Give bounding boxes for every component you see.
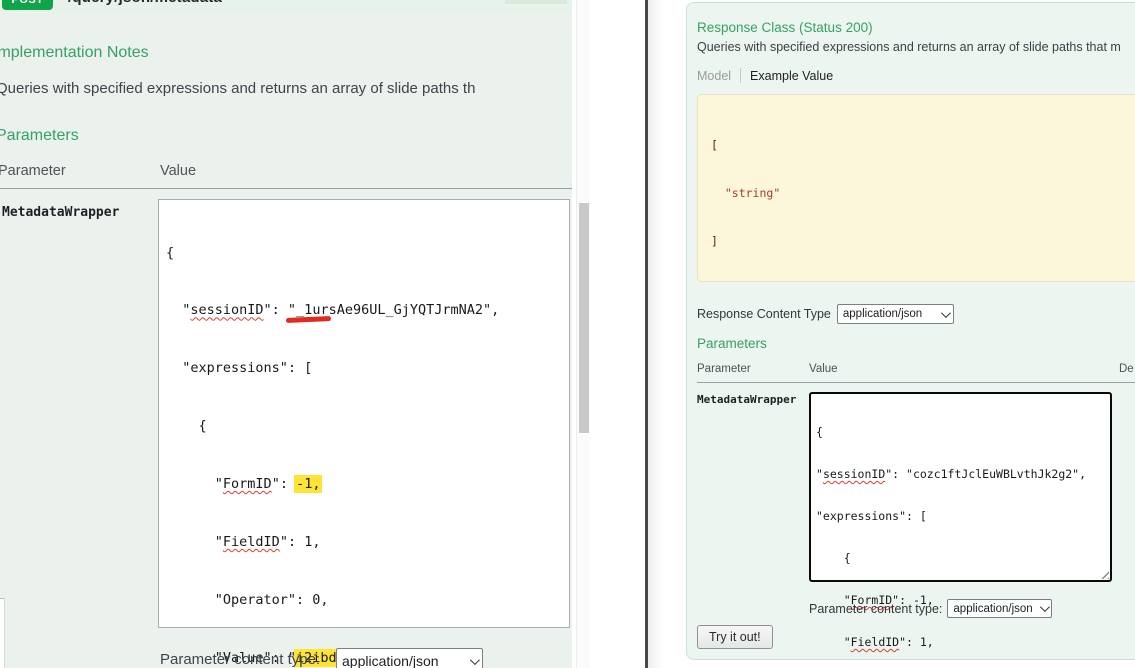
left-window-scrollbar[interactable] — [576, 0, 590, 668]
parameter-content-type-label: Parameter content type: — [160, 651, 320, 668]
code-line: { — [816, 425, 823, 439]
code-line: ": 1, — [899, 635, 934, 649]
body-parameter-textarea[interactable]: { "sessionID": "cozc1ftJclEuWBLvthJk2g2"… — [809, 392, 1112, 582]
code-line: ": "cozc1ftJclEuWBLvthJk2g2", — [885, 467, 1086, 481]
fieldid-value: 1, — [304, 534, 320, 550]
code-line: { — [816, 551, 851, 565]
parameter-content-type-label: Parameter content type: — [809, 602, 942, 616]
column-header-parameter: Parameter — [697, 363, 751, 375]
parameter-content-type-select[interactable]: application/json — [947, 599, 1052, 618]
select-value: application/json — [342, 653, 439, 668]
tab-model[interactable]: Model — [697, 69, 731, 83]
parameter-content-type-row: Parameter content type: application/json — [809, 599, 1052, 618]
code-line: " — [166, 476, 223, 492]
implementation-notes-text: Queries with specified expressions and r… — [0, 80, 475, 97]
json-body-text: { "sessionID": "cozc1ftJclEuWBLvthJk2g2"… — [811, 394, 1110, 660]
body-parameter-textarea[interactable]: { "sessionID": "_1ursAe96UL_GjYQTJrmNA2"… — [158, 199, 570, 628]
operation-content: Implementation Notes Queries with specif… — [0, 12, 572, 668]
tab-separator — [740, 68, 741, 83]
misspelled-word: sessionID — [823, 467, 885, 481]
left-browser-window: POST /query/json/metadata Implementation… — [0, 0, 590, 668]
try-it-out-button[interactable]: Try it out! — [697, 625, 773, 649]
code-line: "Operator": 0, — [166, 592, 329, 608]
chevron-down-icon — [941, 308, 951, 318]
misspelled-word: FieldID — [851, 635, 899, 649]
misspelled-word: FormID — [223, 476, 272, 492]
table-header-rule — [697, 382, 1135, 383]
operation-content-panel: Response Class (Status 200) Queries with… — [686, 2, 1135, 660]
screenshot-root: { "colors": { "method_green": "#10a54a",… — [0, 0, 1135, 668]
response-content-type-row: Response Content Type application/json — [697, 304, 954, 324]
chevron-down-icon — [1040, 602, 1050, 612]
column-header-description: De — [1119, 363, 1134, 375]
code-line: ": — [280, 534, 304, 550]
select-value: application/json — [843, 308, 922, 320]
tab-example-value[interactable]: Example Value — [750, 69, 833, 83]
content-box-corner — [0, 598, 5, 668]
example-value-code: [ "string" ] — [698, 95, 1135, 291]
code-line: "string" — [725, 186, 780, 200]
window-edge-shadow — [648, 0, 662, 668]
parameter-name: MetadataWrapper — [697, 393, 796, 406]
code-line: " — [816, 635, 851, 649]
code-line: ] — [711, 234, 718, 248]
select-value: application/json — [953, 603, 1032, 615]
code-line: " — [166, 534, 223, 550]
code-line: { — [166, 418, 207, 434]
model-example-tabs: Model Example Value — [697, 67, 833, 85]
parameter-name: MetadataWrapper — [2, 205, 119, 220]
code-line: ": "_1ursAe96UL_GjYQTJrmNA2", — [264, 302, 500, 318]
response-content-type-select[interactable]: application/json — [837, 304, 954, 324]
endpoint-path[interactable]: /query/json/metadata — [68, 0, 222, 6]
code-line: "expressions": [ — [166, 360, 312, 376]
response-content-type-label: Response Content Type — [697, 307, 831, 321]
code-line: " — [816, 467, 823, 481]
http-method-badge: POST — [2, 0, 53, 10]
column-header-parameter: Parameter — [0, 163, 66, 179]
right-browser-window: Response Class (Status 200) Queries with… — [645, 0, 1135, 668]
code-line: ": — [272, 476, 296, 492]
yellow-highlight-formid-value: -1, — [294, 475, 322, 493]
parameters-heading: Parameters — [697, 336, 767, 351]
parameter-content-type-select[interactable]: application/json — [336, 648, 483, 668]
example-value-box: [ "string" ] — [697, 94, 1135, 282]
code-line: "expressions": [ — [816, 509, 927, 523]
response-class-description: Queries with specified expressions and r… — [697, 40, 1121, 54]
chevron-down-icon — [470, 655, 480, 665]
code-line: [ — [711, 138, 718, 152]
clipped-link-remnant — [505, 0, 567, 4]
code-line: " — [166, 302, 190, 318]
column-header-value: Value — [809, 363, 838, 375]
code-line — [711, 186, 725, 200]
implementation-notes-heading: Implementation Notes — [0, 44, 149, 62]
response-class-heading: Response Class (Status 200) — [697, 20, 873, 35]
scrollbar-thumb[interactable] — [579, 203, 589, 433]
parameters-heading: Parameters — [0, 127, 79, 145]
misspelled-word: sessionID — [190, 302, 263, 318]
misspelled-word: FieldID — [223, 534, 280, 550]
code-line: { — [166, 245, 174, 261]
column-header-value: Value — [160, 163, 196, 179]
json-body-text: { "sessionID": "_1ursAe96UL_GjYQTJrmNA2"… — [159, 200, 569, 668]
table-header-rule — [0, 188, 572, 189]
